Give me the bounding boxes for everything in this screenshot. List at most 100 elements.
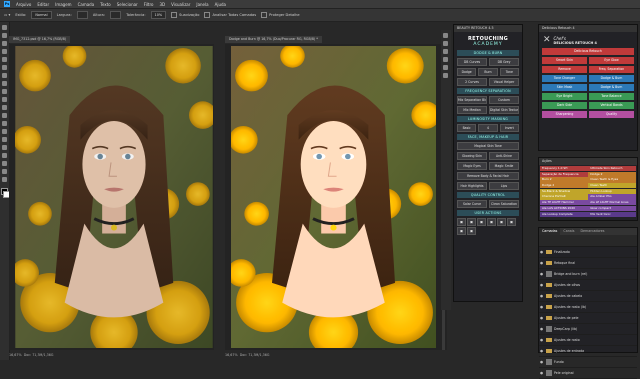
user-action-8[interactable]: ▣ <box>467 227 476 235</box>
brush-settings-icon[interactable] <box>443 49 448 54</box>
adjustments-icon[interactable] <box>443 57 448 62</box>
action-item[interactable]: Ale Lookup Complete <box>540 211 588 217</box>
tone-changer-button[interactable]: Tone Changer <box>542 75 587 82</box>
color-swatches[interactable] <box>1 188 10 198</box>
action-item[interactable]: Mix Vent tonic <box>588 211 636 217</box>
action-item[interactable]: SA-Black & Shadow <box>540 188 588 194</box>
mix-separation-blur-button[interactable]: Mix Separation Blur <box>457 96 487 104</box>
dodge-burn-button[interactable]: Dodge & Burn <box>589 75 634 82</box>
visibility-eye-icon[interactable]: ● <box>539 250 544 254</box>
visibility-eye-icon[interactable]: ● <box>539 294 544 298</box>
menu-arquivo[interactable]: Arquivo <box>16 2 31 7</box>
visibility-eye-icon[interactable]: ● <box>539 261 544 265</box>
skin-mask-button[interactable]: Skin Mask <box>542 84 587 91</box>
action-item[interactable]: Dodge 2 <box>540 183 588 189</box>
layers-filter-bar[interactable] <box>539 235 637 247</box>
layer-row[interactable]: ● Ajustes de entrada <box>539 346 637 357</box>
sharpening-button[interactable]: Sharpening <box>542 111 587 118</box>
layer-row[interactable]: ● DeepCarp (lib) <box>539 324 637 335</box>
user-action-3[interactable]: ▣ <box>477 218 486 226</box>
invert-button[interactable]: Invert <box>499 124 519 132</box>
user-action-5[interactable]: ▣ <box>497 218 506 226</box>
menu-texto[interactable]: Texto <box>100 2 111 7</box>
history-icon[interactable] <box>443 33 448 38</box>
quality-button[interactable]: Quality <box>589 111 634 118</box>
eyedropper-tool-icon[interactable] <box>2 65 7 70</box>
anti-shine-button[interactable]: Anti-Shine <box>489 152 519 160</box>
zoom-tool-icon[interactable] <box>2 177 7 182</box>
visibility-eye-icon[interactable]: ● <box>539 283 544 287</box>
eye-bright-button[interactable]: Eye Bright <box>542 93 587 100</box>
action-item[interactable]: Ale Ambar Pho <box>588 194 636 200</box>
tolerancia-field[interactable]: 10% <box>150 11 167 19</box>
eraser-tool-icon[interactable] <box>2 105 7 110</box>
layer-row[interactable]: ● Fundo <box>539 357 637 368</box>
clone-stamp-tool-icon[interactable] <box>2 89 7 94</box>
digital-skin-texture-button[interactable]: Digital Skin Texture <box>489 106 519 114</box>
layer-row[interactable]: ● Finalizado <box>539 247 637 258</box>
dodge-tool-icon[interactable] <box>2 129 7 134</box>
suavizacao-checkbox[interactable]: Suavização <box>171 12 199 18</box>
visibility-eye-icon[interactable]: ● <box>539 349 544 353</box>
lasso-tool-icon[interactable] <box>2 41 7 46</box>
dodge-burn-button[interactable]: Dodge & Burn <box>589 84 634 91</box>
menu-editar[interactable]: Editar <box>37 2 49 7</box>
document-tab-left[interactable]: IMG_7312.psd @ 16,7% (RGB/8) <box>9 36 71 43</box>
action-item[interactable]: Separação de Frequencia <box>540 171 588 177</box>
move-tool-icon[interactable] <box>2 25 7 30</box>
action-item[interactable]: Burn 2 <box>540 177 588 183</box>
tone-button[interactable]: Tone <box>499 68 519 76</box>
menu-imagem[interactable]: Imagem <box>55 2 71 7</box>
solar-curve-button[interactable]: Solar Curve <box>457 200 487 208</box>
action-item[interactable]: Cherone Portrait <box>540 194 588 200</box>
tab-demarcadores[interactable]: Demarcadores <box>577 228 607 235</box>
action-item[interactable]: Ale LAS ACTIONS 2020 <box>540 205 588 211</box>
portrait-image-before[interactable] <box>15 46 213 348</box>
libraries-icon[interactable] <box>443 73 448 78</box>
4-button[interactable]: 4 <box>478 124 498 132</box>
layer-row[interactable]: ● Pele original <box>539 368 637 379</box>
action-item[interactable]: Hidden Lookup <box>588 188 636 194</box>
layer-row[interactable]: ● Ajustes de rosto <box>539 335 637 346</box>
action-item[interactable]: Glow compact <box>588 205 636 211</box>
menu-janela[interactable]: Janela <box>196 2 208 7</box>
shape-tool-icon[interactable] <box>2 161 7 166</box>
basic-button[interactable]: Basic <box>457 124 477 132</box>
eye-glow-button[interactable]: Eye Glow <box>589 57 634 64</box>
freq-separation-button[interactable]: Freq. Separation <box>589 66 634 73</box>
layer-row[interactable]: ● Ajustes de pele <box>539 313 637 324</box>
db-grey-button[interactable]: DB Grey <box>489 58 519 66</box>
layer-row[interactable]: ● Ajustes de rosto (lb) <box>539 302 637 313</box>
layer-row[interactable]: ● Bridge and burn (rel) <box>539 269 637 280</box>
action-item[interactable]: Dodge 2 <box>588 171 636 177</box>
user-action-1[interactable]: ▣ <box>457 218 466 226</box>
gradient-tool-icon[interactable] <box>2 113 7 118</box>
magic-eyes-button[interactable]: Magic Eyes <box>457 162 487 170</box>
user-action-4[interactable]: ▣ <box>487 218 496 226</box>
crop-tool-icon[interactable] <box>2 57 7 62</box>
tab-canais[interactable]: Canais <box>560 228 577 235</box>
smart-skin-button[interactable]: Smart Skin <box>542 57 587 64</box>
action-item[interactable]: Clean Teeth <box>588 183 636 189</box>
layer-row[interactable]: ● Retoque final <box>539 258 637 269</box>
magic-wand-tool-icon[interactable] <box>2 49 7 54</box>
tab-camadas[interactable]: Camadas <box>539 228 561 235</box>
magic-smile-button[interactable]: Magic Smile <box>489 162 519 170</box>
hand-tool-icon[interactable] <box>2 169 7 174</box>
swatches-icon[interactable] <box>443 65 448 70</box>
hair-highlights-button[interactable]: Hair Highlights <box>457 182 487 190</box>
pen-tool-icon[interactable] <box>2 137 7 142</box>
clean-saturation-button[interactable]: Clean Saturation <box>489 200 519 208</box>
menu-filtro[interactable]: Filtro <box>144 2 154 7</box>
analisar-camadas-checkbox[interactable]: Analisar Todas Camadas <box>204 12 256 18</box>
user-action-7[interactable]: ▣ <box>457 227 466 235</box>
layer-row[interactable]: ● Ajustes de olhos <box>539 280 637 291</box>
marquee-tool-icon[interactable] <box>2 33 7 38</box>
delicious-retouch-button[interactable]: Delicious Retouch <box>542 48 634 55</box>
menu-3d[interactable]: 3D <box>160 2 166 7</box>
visibility-eye-icon[interactable]: ● <box>539 316 544 320</box>
healing-brush-tool-icon[interactable] <box>2 73 7 78</box>
magical-skin-tone-button[interactable]: Magical Skin Tone <box>457 142 519 150</box>
blur-tool-icon[interactable] <box>2 121 7 126</box>
document-tab-right[interactable]: Dodge and Burn @ 16,7% (Duo/Procurar RG,… <box>225 36 322 43</box>
